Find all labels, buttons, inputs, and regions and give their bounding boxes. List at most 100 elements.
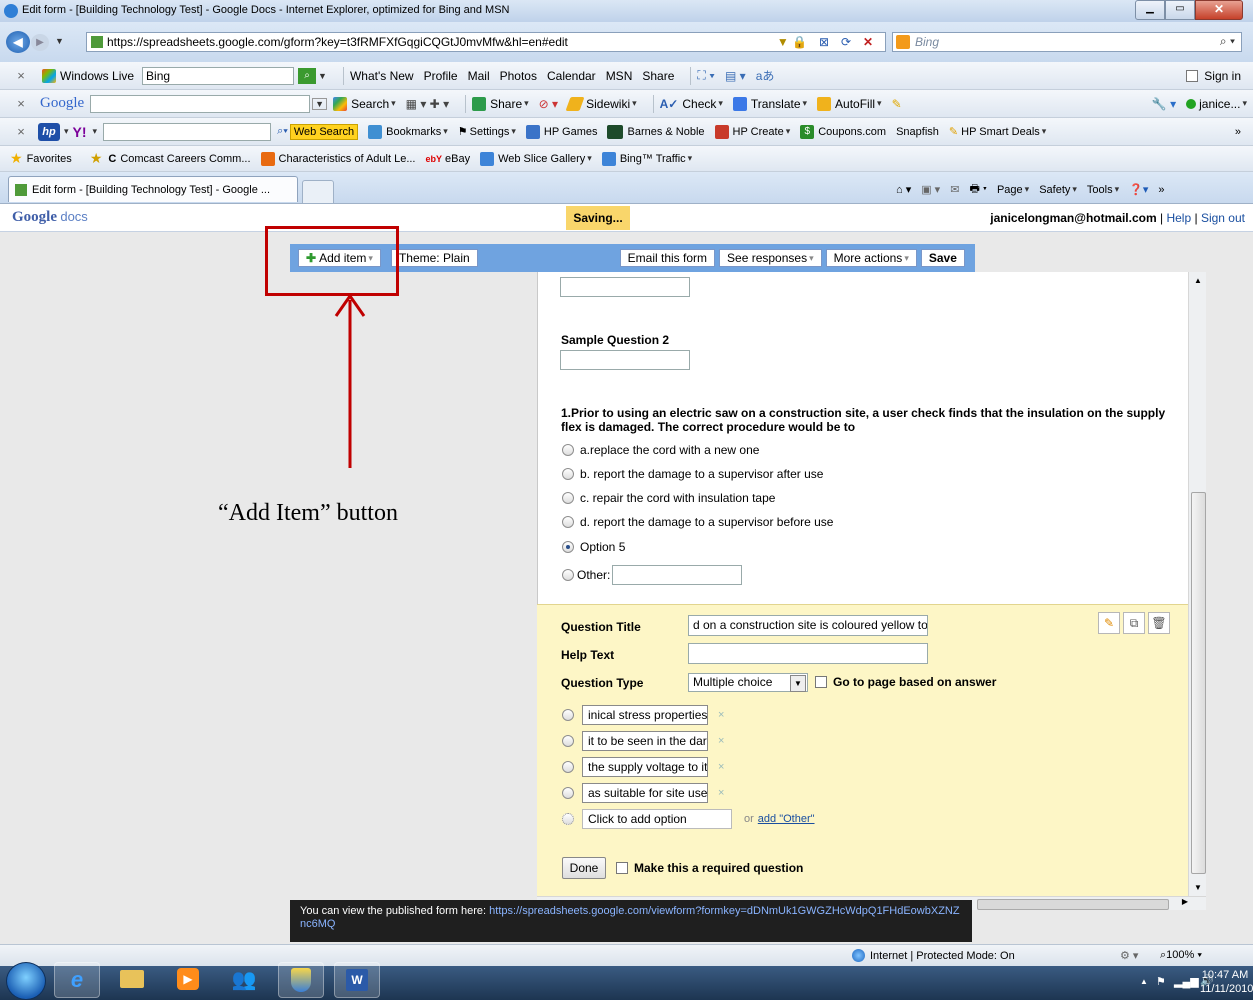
google-account-button[interactable]: janice... ▾	[1186, 97, 1247, 111]
protected-mode-icon[interactable]: ⚙ ▾	[1120, 949, 1138, 962]
favorites-button[interactable]: ★ Favorites	[10, 150, 72, 167]
taskbar-word-icon[interactable]: W	[334, 962, 380, 998]
windows-live-brand[interactable]: Windows Live	[60, 69, 134, 83]
tab-active[interactable]: Edit form - [Building Technology Test] -…	[8, 176, 298, 202]
refresh-icon[interactable]: ⟳	[841, 33, 851, 51]
radio-icon[interactable]	[562, 444, 574, 456]
q1-option-b[interactable]: b. report the damage to a supervisor aft…	[562, 467, 823, 481]
fav-ebay[interactable]: ebY eBay	[425, 153, 470, 165]
google-highlight-pencil-icon[interactable]: ✎	[892, 97, 902, 111]
q1-option-5[interactable]: Option 5	[562, 540, 625, 554]
gdocs-logo[interactable]: Google docs	[12, 209, 88, 226]
live-translate-icon[interactable]: aあ	[756, 67, 775, 84]
email-form-button[interactable]: Email this form	[619, 249, 716, 267]
theme-button[interactable]: Theme: Plain	[390, 249, 478, 267]
yahoo-search-icon[interactable]: ⌕▾	[277, 125, 288, 138]
page-menu[interactable]: Page ▾	[997, 184, 1029, 196]
done-button[interactable]: Done	[562, 857, 606, 879]
option-1-input[interactable]: inical stress properties	[582, 705, 708, 725]
new-tab-button[interactable]	[302, 180, 334, 204]
google-settings-wrench-icon[interactable]: 🔧 ▾	[1152, 97, 1176, 111]
taskbar-security-shield-icon[interactable]	[278, 962, 324, 998]
radio-icon[interactable]	[562, 516, 574, 528]
fav-bing-traffic[interactable]: Bing™ Traffic ▾	[601, 151, 692, 166]
question-title-input[interactable]: d on a construction site is coloured yel…	[688, 615, 928, 636]
google-autofill-button[interactable]: AutoFill ▾	[817, 96, 882, 111]
google-popup-blocker-icon[interactable]: ⊘ ▾	[539, 97, 558, 111]
yahoo-web-search-button[interactable]: Web Search	[289, 123, 359, 140]
required-checkbox[interactable]	[616, 862, 628, 874]
close-google-toolbar-icon[interactable]: ×	[10, 96, 32, 111]
help-text-input[interactable]	[688, 643, 928, 664]
q-prev-answer-input[interactable]	[560, 277, 690, 297]
more-actions-button[interactable]: More actions ▾	[825, 249, 917, 267]
snapfish-button[interactable]: Snapfish	[896, 126, 939, 138]
url-field[interactable]: https://spreadsheets.google.com/gform?ke…	[86, 32, 886, 52]
search-icon[interactable]: ⌕ ▾	[1220, 34, 1235, 49]
status-zone[interactable]: Internet | Protected Mode: On	[852, 949, 1015, 962]
live-messenger-icon[interactable]: ▤ ▾	[725, 69, 746, 83]
q1-option-c[interactable]: c. repair the cord with insulation tape	[562, 491, 775, 505]
google-share-button[interactable]: Share ▾	[472, 96, 529, 111]
fav-web-slice-gallery[interactable]: Web Slice Gallery ▾	[480, 151, 592, 166]
radio-icon[interactable]	[562, 492, 574, 504]
hp-logo-icon[interactable]: hp	[38, 122, 60, 141]
history-dropdown-icon[interactable]: ▼	[55, 36, 64, 46]
remove-option-2-icon[interactable]: ×	[718, 735, 724, 747]
option-2-input[interactable]: it to be seen in the dark	[582, 731, 708, 751]
compat-view-icon[interactable]: ⊠	[819, 33, 829, 51]
q1-option-a[interactable]: a.replace the cord with a new one	[562, 443, 759, 457]
add-to-favorites-icon[interactable]: ★	[90, 150, 103, 167]
forward-button[interactable]: ▶	[31, 34, 49, 51]
close-window-button[interactable]: ✕	[1195, 0, 1243, 20]
fav-characteristics[interactable]: Characteristics of Adult Le...	[260, 151, 415, 166]
question-type-select[interactable]: Multiple choice ▼	[688, 673, 808, 692]
select-dropdown-arrow-icon[interactable]: ▼	[790, 675, 806, 692]
tray-flag-icon[interactable]: ⚑	[1156, 975, 1166, 988]
option-4-input[interactable]: as suitable for site use	[582, 783, 708, 803]
print-icon[interactable]: 🖶 ▾	[969, 180, 987, 199]
tray-network-icon[interactable]: ▂▄▆	[1174, 975, 1199, 988]
hp-smart-deals-button[interactable]: ✎ HP Smart Deals ▾	[949, 125, 1046, 139]
yahoo-settings-button[interactable]: ⚑ Settings ▾	[458, 125, 516, 139]
duplicate-icon[interactable]: ⧉	[1123, 612, 1145, 634]
zoom-control[interactable]: ⌕100% ▾	[1160, 949, 1202, 962]
google-search-dropdown-icon[interactable]: ▼	[312, 97, 328, 110]
scroll-down-arrow-icon[interactable]: ▼	[1194, 883, 1202, 892]
taskbar-messenger-icon[interactable]: 👥	[222, 962, 266, 996]
live-link-msn[interactable]: MSN	[606, 69, 633, 83]
google-search-input[interactable]	[90, 94, 311, 113]
see-responses-button[interactable]: See responses ▾	[719, 249, 822, 267]
live-search-dropdown-icon[interactable]: ▼	[318, 71, 327, 81]
live-link-profile[interactable]: Profile	[424, 69, 458, 83]
scroll-up-arrow-icon[interactable]: ▲	[1194, 276, 1202, 285]
tray-clock[interactable]: 10:47 AM 11/11/2010	[1200, 968, 1253, 996]
goto-page-option[interactable]: Go to page based on answer	[815, 675, 996, 689]
hp-create-button[interactable]: HP Create ▾	[714, 124, 790, 139]
save-button[interactable]: Save	[920, 249, 965, 267]
taskbar-explorer-icon[interactable]	[110, 962, 154, 996]
yahoo-search-input[interactable]	[103, 122, 272, 141]
live-search-input[interactable]: Bing	[142, 66, 295, 85]
home-icon[interactable]: ⌂ ▾	[896, 183, 911, 196]
remove-option-4-icon[interactable]: ×	[718, 787, 724, 799]
hp-games-button[interactable]: HP Games	[525, 124, 597, 139]
edit-pencil-icon[interactable]: ✎	[1098, 612, 1120, 634]
google-check-button[interactable]: A✓ Check ▾	[660, 97, 723, 111]
required-question-option[interactable]: Make this a required question	[616, 861, 803, 875]
coupons-button[interactable]: $ Coupons.com	[800, 124, 886, 139]
radio-icon[interactable]	[562, 569, 574, 581]
help-icon[interactable]: ❓▾	[1129, 183, 1148, 196]
goto-page-checkbox[interactable]	[815, 676, 827, 688]
tools-menu[interactable]: Tools ▾	[1087, 184, 1119, 196]
form-scrollbar[interactable]: ▲ ▼	[1188, 272, 1206, 896]
toolbar-overflow-chevron-icon[interactable]: »	[1235, 126, 1241, 138]
live-link-whats-new[interactable]: What's New	[350, 69, 414, 83]
live-link-share[interactable]: Share	[642, 69, 674, 83]
command-overflow-icon[interactable]: »	[1158, 184, 1164, 196]
minimize-button[interactable]: ▁	[1135, 0, 1165, 20]
safety-menu[interactable]: Safety ▾	[1039, 184, 1077, 196]
yahoo-logo-icon[interactable]: Y!	[73, 124, 87, 140]
q2-answer-input[interactable]	[560, 350, 690, 370]
mail-icon[interactable]: ✉	[950, 183, 959, 196]
